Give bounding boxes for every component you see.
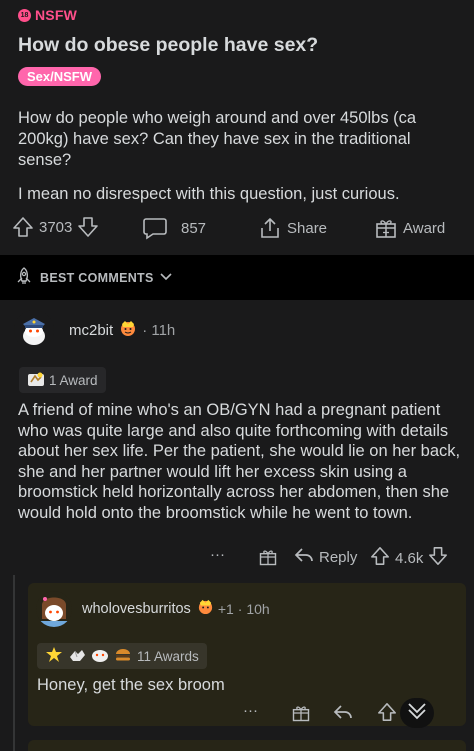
reply-awards-label: 11 Awards [137,648,199,664]
comment-sort-selector[interactable]: BEST COMMENTS [14,267,172,288]
comment-username[interactable]: mc2bit [69,322,113,339]
avatar[interactable] [14,310,54,350]
post-vote-count: 3703 [39,218,73,236]
comment-time: · 11h [142,321,176,339]
award-snoo-icon [91,647,109,666]
comment-vote-group: 4.6k [370,546,448,570]
avatar[interactable] [36,591,72,627]
flair-emoji-icon [119,319,137,342]
reply-arrow-icon[interactable] [333,703,353,726]
award-hands-icon [68,647,86,666]
nsfw-18-icon: 18 [18,8,31,22]
upvote-icon[interactable] [12,216,34,238]
post-card: 18 NSFW How do obese people have sex? Se… [0,0,474,255]
more-options-button[interactable]: ··· [210,546,225,563]
post-paragraph: I mean no disrespect with this question,… [18,185,400,203]
more-options-button[interactable]: ··· [243,702,258,719]
reply-label: Reply [319,548,358,566]
award-burger-icon [114,647,132,666]
comments-button[interactable]: 857 [142,216,206,240]
reply-header: wholovesburritos +1 · 10h [36,591,270,627]
award-chip-label: 1 Award [49,372,98,388]
double-chevron-down-icon [406,701,428,726]
comment-vote-count: 4.6k [395,549,424,567]
reply-arrow-icon [294,546,314,568]
thread-line[interactable] [13,575,15,751]
reply-card: wholovesburritos +1 · 10h 11 Awards Hone… [28,583,466,726]
nsfw-tag: 18 NSFW [18,7,77,23]
post-vote-group: 3703 [12,216,99,238]
nsfw-label: NSFW [35,7,78,23]
sort-label: BEST COMMENTS [40,270,154,285]
share-icon [258,216,282,240]
reply-username[interactable]: wholovesburritos [82,601,191,617]
award-badge-icon [27,371,45,390]
upvote-icon[interactable] [377,702,397,727]
flair-emoji-icon [197,598,214,620]
reply-time: · 10h [237,601,270,617]
award-gift-icon [374,216,398,240]
reply-button[interactable]: Reply [294,546,357,568]
comment-card: mc2bit · 11h 1 Award A friend of mine wh… [0,300,474,751]
comment-action-bar: ··· Reply 4.6k [210,546,470,570]
collapse-thread-button[interactable] [400,698,434,728]
share-button[interactable]: Share [258,216,327,240]
award-medal-icon [45,646,63,667]
award-gift-icon[interactable] [291,703,311,728]
downvote-icon[interactable] [77,216,99,238]
upvote-icon[interactable] [370,546,390,570]
share-label: Share [287,219,328,237]
reply-plus: +1 [217,601,234,617]
reply-body: Honey, get the sex broom [37,676,225,694]
award-label: Award [403,219,446,237]
chevron-down-icon [160,271,172,285]
comment-count: 857 [181,219,207,237]
reply-awards-chip[interactable]: 11 Awards [37,643,207,669]
post-body: How do people who weigh around and over … [18,108,458,218]
comment-bubble-icon [142,216,168,240]
post-title: How do obese people have sex? [18,34,319,56]
award-gift-icon[interactable] [258,547,278,572]
rocket-icon [14,267,34,288]
post-action-bar: 3703 857 Share Award [12,216,462,242]
post-paragraph: How do people who weigh around and over … [18,109,417,169]
next-reply-peek [28,740,466,751]
award-button[interactable]: Award [374,216,445,240]
comment-award-chip[interactable]: 1 Award [19,367,106,393]
downvote-icon[interactable] [428,546,448,570]
post-flair[interactable]: Sex/NSFW [18,67,102,86]
comment-header: mc2bit · 11h [14,310,175,350]
comment-body: A friend of mine who's an OB/GYN had a p… [18,401,461,522]
